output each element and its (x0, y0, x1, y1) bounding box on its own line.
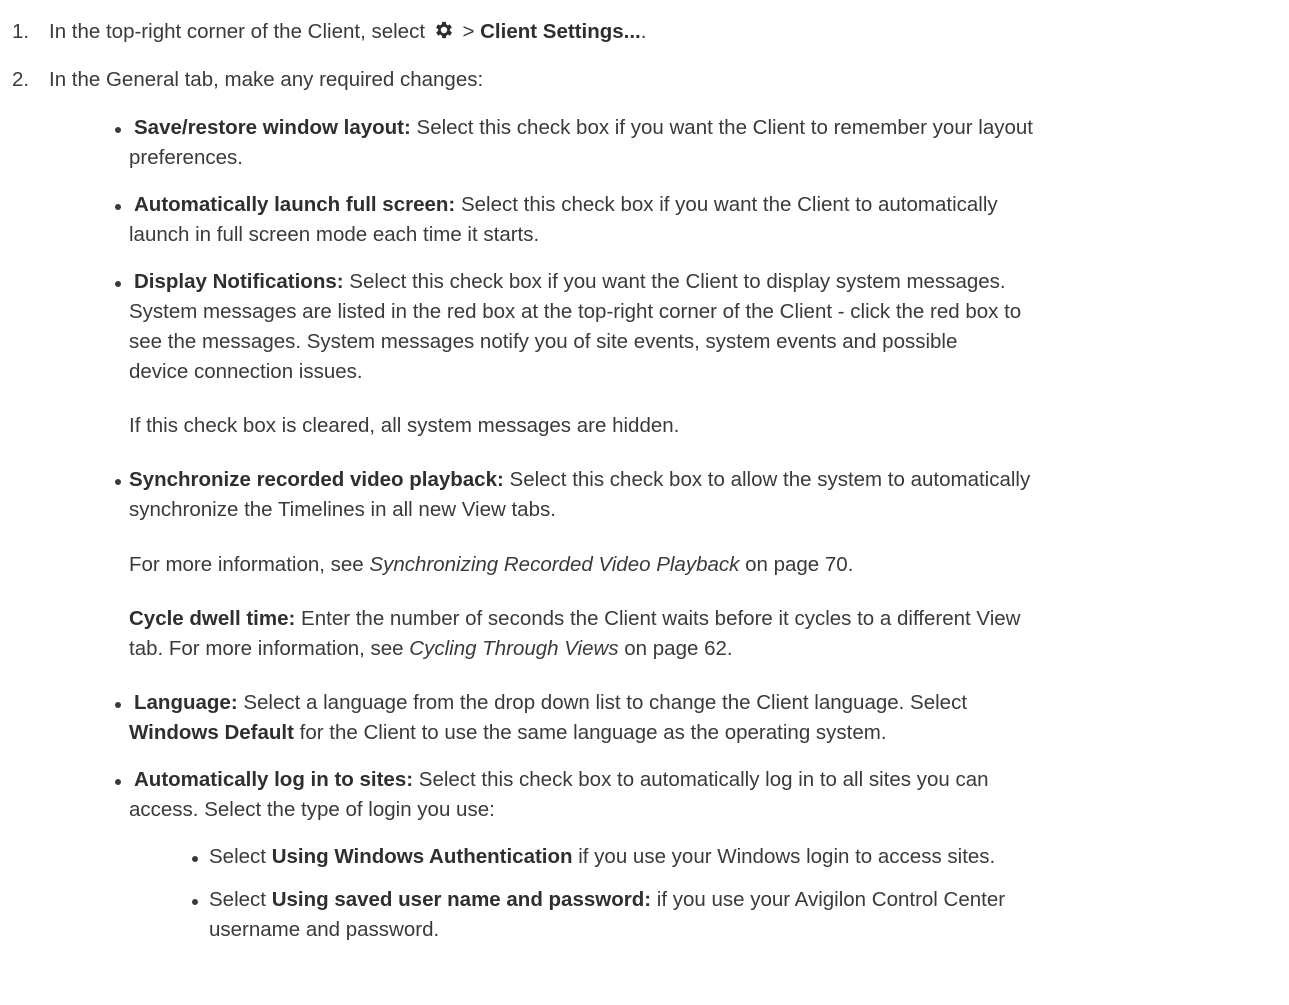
client-settings-menu-label: Client Settings... (480, 20, 641, 43)
bullet (115, 204, 121, 210)
cross-reference-link[interactable]: Synchronizing Recorded Video Playback (369, 553, 739, 576)
bullet (115, 127, 121, 133)
option-label: Language: (134, 691, 238, 714)
step-2-text: In the General tab, make any required ch… (49, 68, 484, 91)
option-label: Save/restore window layout: (134, 116, 411, 139)
option-label: Synchronize recorded video playback: (129, 468, 504, 491)
step-1-text: In the top-right corner of the Client, s… (49, 20, 647, 43)
option-label: Automatically log in to sites: (134, 768, 414, 791)
bullet (115, 281, 121, 287)
step-number: 1. (12, 20, 30, 43)
cross-reference-link[interactable]: Cycling Through Views (409, 637, 618, 660)
option-label: Cycle dwell time: (129, 607, 296, 630)
bullet (115, 702, 121, 708)
option-label: Automatically launch full screen: (134, 193, 456, 216)
bullet (192, 856, 198, 862)
gear-icon (435, 21, 452, 39)
bullet (115, 479, 121, 485)
option-label: Display Notifications: (134, 270, 344, 293)
bullet (192, 899, 198, 905)
bullet (115, 779, 121, 785)
step-number: 2. (12, 68, 30, 91)
option-note: If this check box is cleared, all system… (129, 414, 680, 437)
